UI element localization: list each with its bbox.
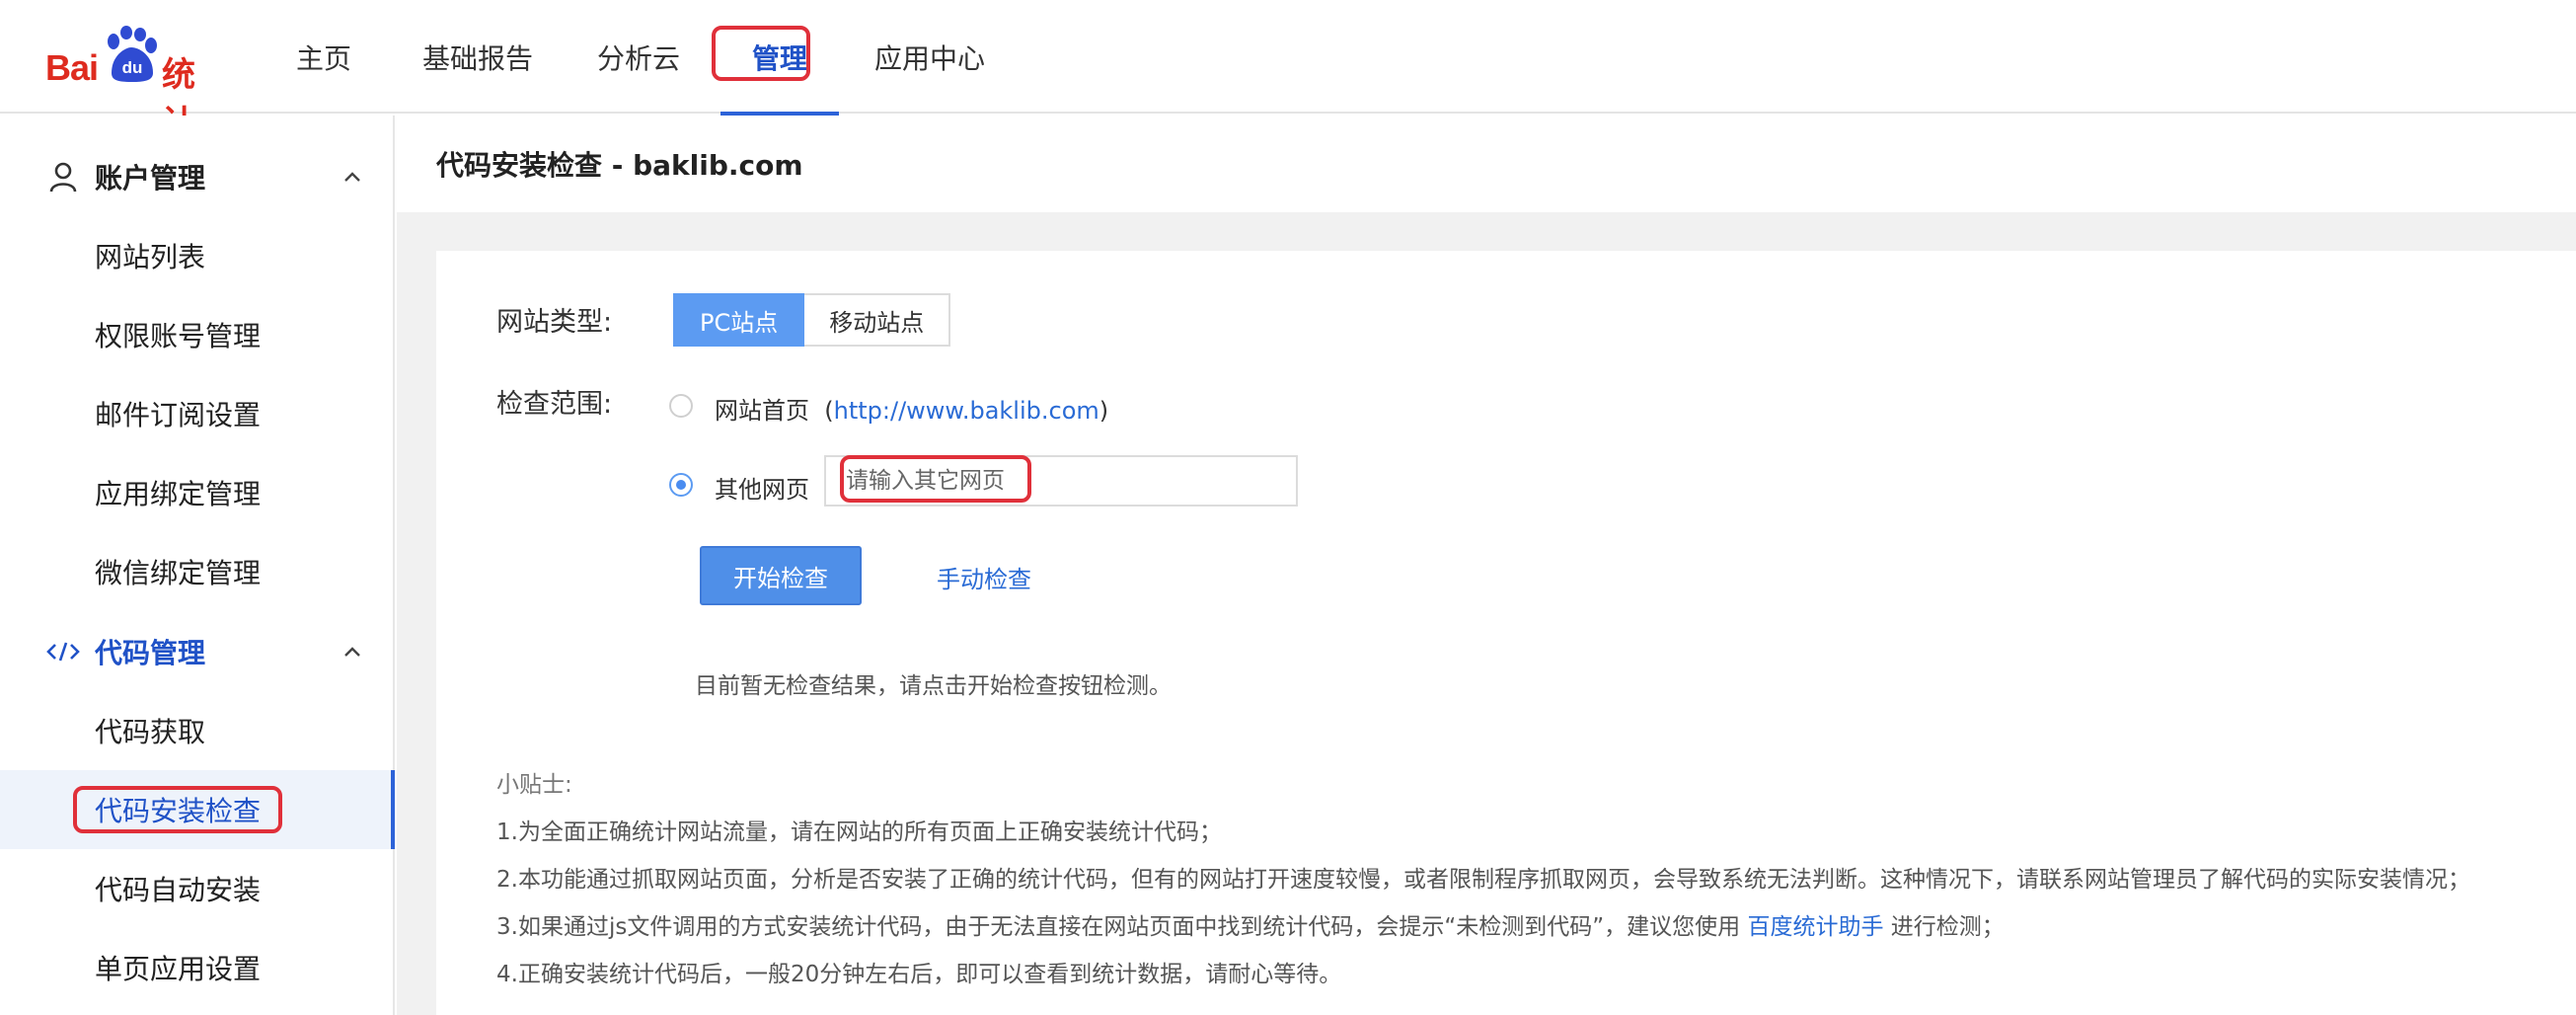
home-page-url-link[interactable]: http://www.baklib.com bbox=[834, 397, 1099, 425]
check-result-text: 目前暂无检查结果，请点击开始检查按钮检测。 bbox=[695, 673, 1172, 699]
pc-site-button[interactable]: PC站点 bbox=[673, 293, 805, 347]
tip-line-3-text: 3.如果通过js文件调用的方式安装统计代码，由于无法直接在网站页面中找到统计代码… bbox=[496, 914, 1748, 940]
check-form-card: 网站类型: PC站点 移动站点 检查范围: 网站首页 (http://www.b… bbox=[436, 251, 2576, 1015]
radio-other-page[interactable] bbox=[669, 473, 693, 497]
main-nav: 主页 基础报告 分析云 管理 应用中心 bbox=[276, 0, 1001, 116]
sidebar-item-code-get[interactable]: 代码获取 bbox=[0, 691, 391, 770]
radio-home-page[interactable] bbox=[669, 394, 693, 418]
sidebar-item-spa-settings[interactable]: 单页应用设置 bbox=[0, 928, 391, 1007]
sidebar-group-account[interactable]: 账户管理 bbox=[0, 137, 395, 216]
home-page-option[interactable]: 网站首页 (http://www.baklib.com) bbox=[715, 391, 1108, 426]
scope-label: 检查范围: bbox=[496, 389, 613, 420]
other-page-url-input[interactable] bbox=[824, 455, 1298, 507]
nav-item-app-center[interactable]: 应用中心 bbox=[859, 0, 1001, 114]
baidu-tongji-assistant-link[interactable]: 百度统计助手 bbox=[1747, 914, 1883, 940]
nav-item-home[interactable]: 主页 bbox=[276, 0, 371, 114]
code-icon bbox=[45, 634, 81, 669]
home-page-label: 网站首页 bbox=[715, 397, 809, 425]
sidebar-item-permission-accounts[interactable]: 权限账号管理 bbox=[0, 295, 391, 374]
logo-text-latin: Bai bbox=[45, 47, 99, 88]
sidebar-item-code-auto-install[interactable]: 代码自动安装 bbox=[0, 849, 391, 928]
chevron-up-icon bbox=[344, 172, 360, 182]
sidebar-group-code[interactable]: 代码管理 bbox=[0, 612, 395, 691]
tip-line-4: 4.正确安装统计代码后，一般20分钟左右后，即可以查看到统计数据，请耐心等待。 bbox=[496, 962, 1342, 987]
sidebar-item-app-binding[interactable]: 应用绑定管理 bbox=[0, 453, 391, 532]
main-content: 代码安装检查 - baklib.com 网站类型: PC站点 移动站点 检查范围… bbox=[397, 116, 2576, 1015]
sidebar-item-email-subscription[interactable]: 邮件订阅设置 bbox=[0, 374, 391, 453]
site-type-toggle: PC站点 移动站点 bbox=[673, 293, 951, 347]
tip-line-3-text-end: 进行检测； bbox=[1883, 914, 2005, 940]
sidebar-item-code-install-check[interactable]: 代码安装检查 bbox=[0, 770, 395, 849]
sidebar-group-label: 账户管理 bbox=[95, 162, 206, 195]
logo-text-du: du bbox=[122, 58, 143, 77]
baidu-tongji-logo[interactable]: Bai du 统计 bbox=[45, 26, 218, 143]
manual-check-link[interactable]: 手动检查 bbox=[937, 560, 1031, 594]
page-title: 代码安装检查 - baklib.com bbox=[436, 149, 803, 182]
page-header: 代码安装检查 - baklib.com bbox=[397, 116, 2576, 212]
top-navigation-bar: Bai du 统计 主页 基础报告 分析云 管理 应用中心 bbox=[0, 0, 2576, 143]
sidebar-item-wechat-binding[interactable]: 微信绑定管理 bbox=[0, 532, 391, 611]
tip-line-2: 2.本功能通过抓取网站页面，分析是否安装了正确的统计代码，但有的网站打开速度较慢… bbox=[496, 867, 2470, 893]
user-icon bbox=[45, 159, 81, 195]
nav-item-basic-report[interactable]: 基础报告 bbox=[407, 0, 549, 114]
mobile-site-button[interactable]: 移动站点 bbox=[804, 293, 951, 347]
nav-item-analysis-cloud[interactable]: 分析云 bbox=[584, 0, 693, 114]
tip-line-1: 1.为全面正确统计网站流量，请在网站的所有页面上正确安装统计代码； bbox=[496, 820, 1222, 845]
nav-item-manage[interactable]: 管理 bbox=[720, 0, 839, 116]
sidebar-group-label: 代码管理 bbox=[95, 637, 206, 669]
other-page-label[interactable]: 其他网页 bbox=[715, 470, 809, 505]
start-check-button[interactable]: 开始检查 bbox=[700, 546, 862, 605]
tip-line-3: 3.如果通过js文件调用的方式安装统计代码，由于无法直接在网站页面中找到统计代码… bbox=[496, 907, 2005, 941]
site-type-label: 网站类型: bbox=[496, 307, 613, 338]
baidu-paw-icon: du bbox=[108, 26, 157, 82]
sidebar-item-site-list[interactable]: 网站列表 bbox=[0, 216, 391, 295]
sidebar: 账户管理 网站列表 权限账号管理 邮件订阅设置 应用绑定管理 微信绑定管理 代码… bbox=[0, 116, 395, 1015]
chevron-up-icon bbox=[344, 647, 360, 657]
tips-title: 小贴士: bbox=[496, 772, 572, 798]
